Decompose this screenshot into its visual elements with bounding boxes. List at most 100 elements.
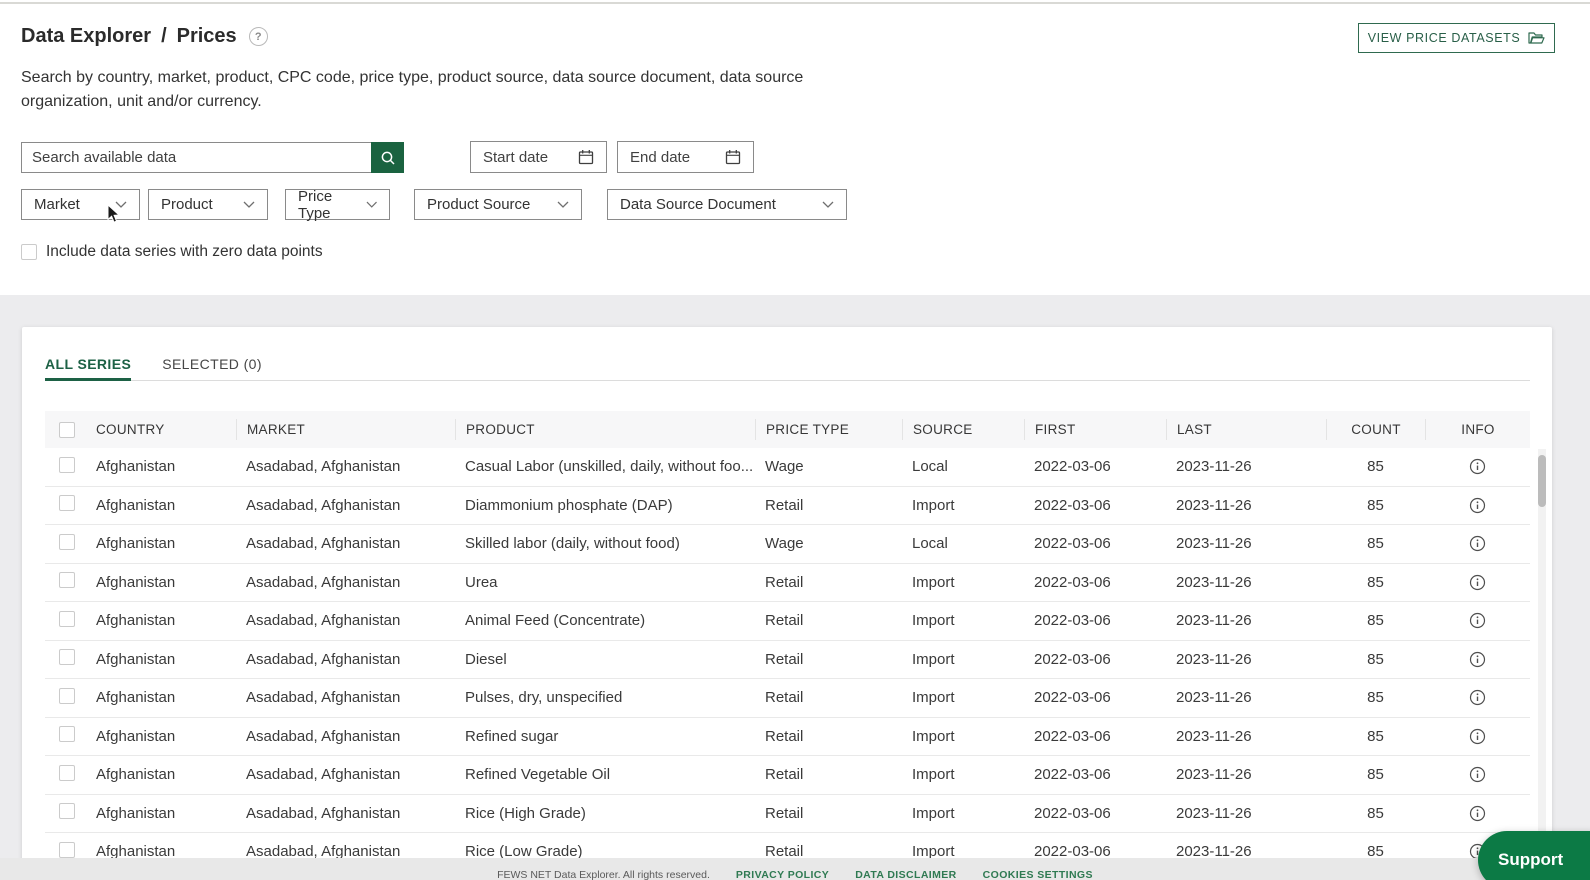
column-count: COUNT [1326, 419, 1425, 440]
cell-source: Import [912, 496, 955, 514]
row-checkbox[interactable] [59, 687, 75, 704]
cell-country: Afghanistan [96, 650, 176, 668]
cell-source: Local [912, 535, 948, 553]
cell-count: 85 [1367, 535, 1384, 553]
info-icon[interactable] [1469, 535, 1486, 552]
cell-market: Asadabad, Afghanistan [246, 727, 401, 745]
view-price-datasets-label: VIEW PRICE DATASETS [1367, 31, 1521, 45]
table-row[interactable]: Afghanistan Asadabad, Afghanistan Refine… [45, 717, 1530, 756]
cell-last: 2023-11-26 [1176, 804, 1252, 822]
info-icon[interactable] [1469, 728, 1486, 745]
search-icon [381, 151, 395, 165]
scrollbar-thumb[interactable] [1538, 455, 1546, 507]
start-date-placeholder: Start date [483, 148, 549, 166]
market-dropdown-label: Market [34, 196, 80, 213]
table-header: COUNTRY MARKET PRODUCT PRICE TYPE SOURCE… [45, 411, 1530, 448]
cell-product: Rice (High Grade) [465, 804, 586, 822]
tab-all-series[interactable]: ALL SERIES [45, 347, 132, 381]
help-icon[interactable]: ? [248, 27, 268, 46]
cell-price-type: Retail [765, 612, 804, 630]
cell-country: Afghanistan [96, 496, 176, 514]
cell-first: 2022-03-06 [1034, 766, 1111, 784]
product-dropdown-label: Product [161, 196, 213, 213]
info-icon[interactable] [1469, 689, 1486, 706]
start-date-input[interactable]: Start date [470, 141, 607, 173]
table-row[interactable]: Afghanistan Asadabad, Afghanistan Casual… [45, 448, 1530, 487]
cell-product: Animal Feed (Concentrate) [465, 612, 646, 630]
product-source-dropdown[interactable]: Product Source [414, 189, 582, 220]
info-icon[interactable] [1469, 612, 1486, 629]
cell-count: 85 [1367, 573, 1384, 591]
info-icon[interactable] [1469, 497, 1486, 514]
cell-country: Afghanistan [96, 804, 176, 822]
product-dropdown[interactable]: Product [148, 189, 268, 220]
table-row[interactable]: Afghanistan Asadabad, Afghanistan Urea R… [45, 563, 1530, 602]
product-source-dropdown-label: Product Source [427, 196, 531, 213]
row-checkbox[interactable] [59, 572, 75, 589]
info-icon[interactable] [1469, 766, 1486, 783]
breadcrumb: Data Explorer / Prices ? [21, 25, 268, 48]
data-source-document-dropdown[interactable]: Data Source Document [607, 189, 847, 220]
page: Data Explorer / Prices ? VIEW PRICE DATA… [0, 0, 1590, 880]
row-checkbox[interactable] [59, 841, 75, 858]
row-checkbox[interactable] [59, 803, 75, 820]
table-row[interactable]: Afghanistan Asadabad, Afghanistan Refine… [45, 756, 1530, 795]
row-checkbox[interactable] [59, 726, 75, 743]
end-date-input[interactable]: End date [617, 141, 754, 173]
calendar-icon [578, 150, 594, 165]
cell-source: Import [912, 689, 955, 707]
info-icon[interactable] [1469, 805, 1486, 822]
row-checkbox[interactable] [59, 649, 75, 666]
table-row[interactable]: Afghanistan Asadabad, Afghanistan Pulses… [45, 679, 1530, 718]
top-divider [0, 2, 1590, 4]
cell-source: Import [912, 650, 955, 668]
table-row[interactable]: Afghanistan Asadabad, Afghanistan Animal… [45, 602, 1530, 641]
data-source-document-dropdown-label: Data Source Document [620, 196, 776, 213]
cell-country: Afghanistan [96, 458, 176, 476]
table-row[interactable]: Afghanistan Asadabad, Afghanistan Rice (… [45, 794, 1530, 833]
table-row[interactable]: Afghanistan Asadabad, Afghanistan Diammo… [45, 486, 1530, 525]
cell-market: Asadabad, Afghanistan [246, 573, 401, 591]
search-input[interactable] [21, 142, 371, 173]
info-icon[interactable] [1469, 651, 1486, 668]
footer: FEWS NET Data Explorer. All rights reser… [0, 858, 1590, 880]
market-dropdown[interactable]: Market [21, 189, 140, 220]
view-price-datasets-button[interactable]: VIEW PRICE DATASETS [1358, 23, 1555, 53]
select-all-checkbox[interactable] [59, 421, 75, 438]
search-button[interactable] [371, 142, 404, 173]
row-checkbox[interactable] [59, 610, 75, 627]
info-icon[interactable] [1469, 574, 1486, 591]
tab-selected[interactable]: SELECTED (0) [162, 347, 262, 381]
footer-link-cookies[interactable]: COOKIES SETTINGS [983, 869, 1093, 880]
page-title: Prices [176, 25, 237, 47]
table-row[interactable]: Afghanistan Asadabad, Afghanistan Diesel… [45, 640, 1530, 679]
cell-product: Diesel [465, 650, 507, 668]
row-checkbox[interactable] [59, 456, 75, 473]
row-checkbox[interactable] [59, 764, 75, 781]
table-row[interactable]: Afghanistan Asadabad, Afghanistan Skille… [45, 525, 1530, 564]
cell-market: Asadabad, Afghanistan [246, 689, 401, 707]
series-card: ALL SERIES SELECTED (0) COUNTRY MARKET P… [22, 327, 1552, 880]
cell-last: 2023-11-26 [1176, 727, 1252, 745]
table-scrollbar[interactable] [1538, 449, 1546, 880]
support-button[interactable]: Support [1478, 831, 1590, 880]
include-zero-checkbox[interactable] [21, 244, 37, 260]
cell-first: 2022-03-06 [1034, 535, 1111, 553]
price-type-dropdown[interactable]: Price Type [285, 188, 390, 222]
cell-last: 2023-11-26 [1176, 573, 1252, 591]
cell-market: Asadabad, Afghanistan [246, 804, 401, 822]
chevron-down-icon [366, 201, 377, 208]
info-icon[interactable] [1469, 458, 1486, 475]
cell-last: 2023-11-26 [1176, 612, 1252, 630]
footer-link-disclaimer[interactable]: DATA DISCLAIMER [855, 869, 956, 880]
cell-count: 85 [1367, 650, 1384, 668]
cell-country: Afghanistan [96, 766, 176, 784]
row-checkbox[interactable] [59, 495, 75, 512]
cell-country: Afghanistan [96, 689, 176, 707]
series-table: COUNTRY MARKET PRODUCT PRICE TYPE SOURCE… [45, 411, 1530, 872]
chevron-down-icon [115, 201, 127, 208]
row-checkbox[interactable] [59, 533, 75, 550]
breadcrumb-root[interactable]: Data Explorer [21, 25, 151, 48]
cell-first: 2022-03-06 [1034, 496, 1111, 514]
footer-link-privacy[interactable]: PRIVACY POLICY [736, 869, 829, 880]
